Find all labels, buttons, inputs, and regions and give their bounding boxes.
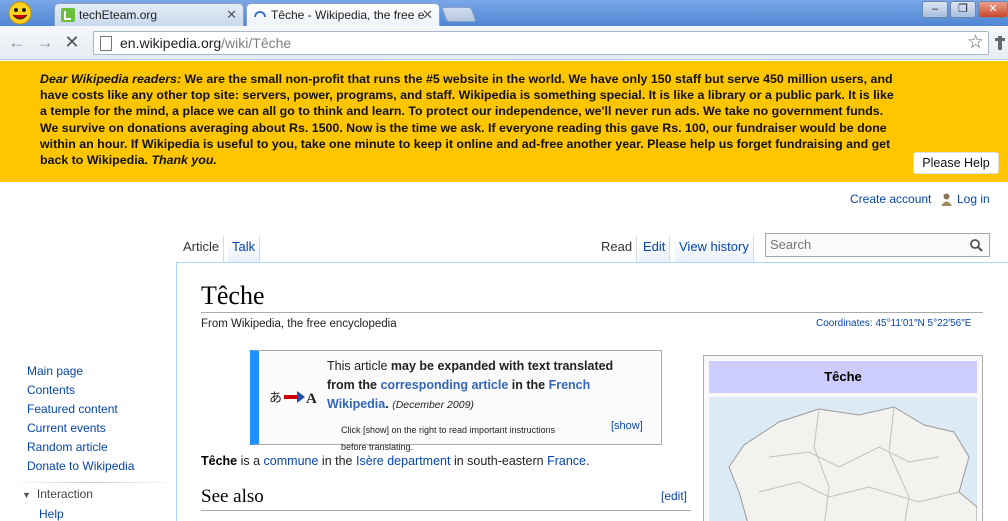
login-link[interactable]: Log in (957, 192, 990, 206)
sidebar-item-random-article[interactable]: Random article (27, 440, 108, 454)
edit-section-link[interactable]: [edit] (661, 489, 687, 503)
infobox-title: Têche (709, 361, 977, 393)
tab-read[interactable]: Read (597, 236, 638, 262)
sidebar-item-featured-content[interactable]: Featured content (27, 402, 118, 416)
browser-tab-bar: techEteam.org ✕ Têche - Wikipedia, the f… (0, 0, 1008, 27)
user-avatar-icon[interactable] (6, 1, 34, 25)
sidebar-item-donate[interactable]: Donate to Wikipedia (27, 459, 134, 473)
translate-icon: あ A (269, 391, 317, 407)
svg-text:あ: あ (269, 391, 282, 406)
sidebar-item-help[interactable]: Help (39, 507, 64, 521)
restore-button[interactable]: ❐ (950, 1, 976, 18)
france-link[interactable]: France (547, 454, 586, 468)
coordinates-link[interactable]: Coordinates: 45°11′01″N 5°22′56″E (816, 318, 971, 329)
new-tab-button[interactable] (441, 7, 477, 22)
minimize-button[interactable]: – (922, 1, 948, 18)
isere-department-link[interactable]: Isère department (356, 454, 451, 468)
notice-date: (December 2009) (392, 399, 474, 411)
translation-notice-text: This article may be expanded with text t… (327, 359, 614, 411)
sidebar-item-main-page[interactable]: Main page (27, 364, 83, 378)
address-bar[interactable]: en.wikipedia.org/wiki/Têche ☆ (93, 31, 989, 55)
wikipedia-link[interactable]: Wikipedia (327, 397, 385, 411)
title-divider (201, 312, 983, 313)
techeteam-favicon-icon (61, 8, 75, 22)
close-window-button[interactable]: ✕ (978, 1, 1008, 18)
sidebar-item-current-events[interactable]: Current events (27, 421, 106, 435)
translation-notice-box: あ A This article may be expanded with te… (250, 350, 662, 452)
search-input[interactable] (770, 237, 960, 252)
lead-paragraph: Têche is a commune in the Isère departme… (201, 454, 590, 468)
close-tab-icon[interactable]: ✕ (422, 4, 433, 26)
sidebar-divider (10, 482, 175, 483)
page-icon (100, 36, 112, 51)
section-divider (201, 510, 691, 511)
tab-talk[interactable]: Talk (228, 236, 261, 262)
sidebar-item-contents[interactable]: Contents (27, 383, 75, 397)
close-tab-icon[interactable]: ✕ (226, 4, 237, 26)
search-icon[interactable] (970, 239, 983, 252)
please-help-button[interactable]: Please Help (913, 152, 999, 174)
browser-toolbar: ← → ✕ en.wikipedia.org/wiki/Têche ☆ (0, 26, 1008, 60)
sidebar-section-interaction[interactable]: ▼ Interaction (22, 487, 93, 501)
translation-note: Click [show] on the right to read import… (341, 425, 556, 452)
page-title: Têche (201, 281, 265, 310)
tab-edit[interactable]: Edit (639, 236, 671, 262)
back-arrow-icon[interactable]: ← (7, 32, 27, 53)
tab-title: Têche - Wikipedia, the free e (271, 8, 425, 22)
tab-view-history[interactable]: View history (675, 236, 754, 262)
svg-text:A: A (306, 391, 317, 407)
france-map-image (728, 406, 977, 521)
url-text[interactable]: en.wikipedia.org/wiki/Têche (120, 35, 291, 51)
collapse-triangle-icon[interactable]: ▼ (22, 490, 31, 500)
wrench-menu-icon[interactable] (995, 36, 1005, 50)
tagline: From Wikipedia, the free encyclopedia (201, 318, 397, 330)
tab-article[interactable]: Article (179, 236, 225, 262)
stop-loading-icon[interactable]: ✕ (62, 32, 82, 53)
infobox: Têche (703, 355, 983, 521)
banner-message: Dear Wikipedia readers: We are the small… (40, 72, 894, 168)
french-link[interactable]: French (549, 378, 591, 392)
user-icon (941, 193, 952, 206)
commune-link[interactable]: commune (264, 454, 319, 468)
create-account-link[interactable]: Create account (850, 192, 931, 206)
see-also-heading: See also (201, 486, 264, 507)
forward-arrow-icon[interactable]: → (35, 32, 55, 53)
tab-teche-wikipedia[interactable]: Têche - Wikipedia, the free e ✕ (246, 3, 440, 27)
tab-title: techEteam.org (79, 8, 158, 22)
fundraising-banner: Dear Wikipedia readers: We are the small… (0, 61, 1008, 182)
location-map[interactable] (709, 397, 977, 521)
corresponding-article-link[interactable]: corresponding article (380, 378, 508, 392)
search-box[interactable] (765, 233, 990, 257)
bookmark-star-icon[interactable]: ☆ (967, 32, 984, 54)
tab-techeteam[interactable]: techEteam.org ✕ (54, 3, 244, 27)
show-instructions-link[interactable]: [show] (611, 420, 643, 432)
loading-spinner-icon (254, 11, 266, 18)
